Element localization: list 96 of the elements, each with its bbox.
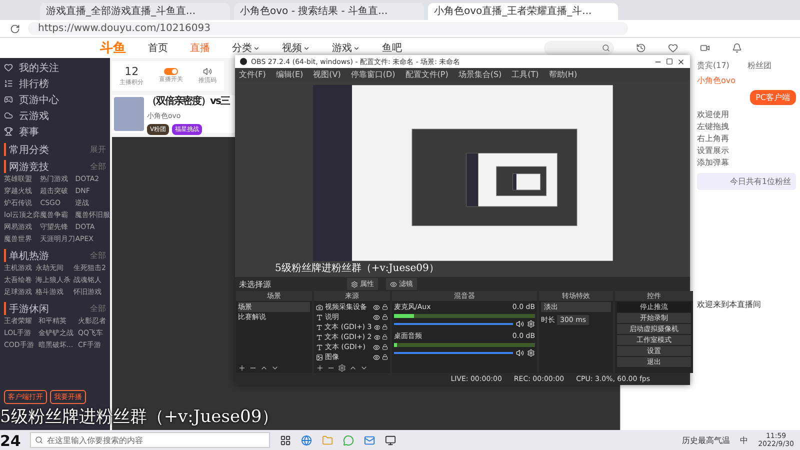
image-icon: [316, 354, 323, 360]
nav-link[interactable]: 鱼吧: [382, 41, 402, 55]
gear-icon: [351, 280, 358, 288]
eye-icon[interactable]: [373, 354, 380, 360]
category-title: 常用分类: [9, 144, 49, 156]
menu-item[interactable]: 配置文件(P): [405, 69, 448, 80]
score-value: 12: [124, 65, 139, 78]
sidebar-item[interactable]: 云游戏: [19, 108, 49, 122]
text-icon: [316, 314, 323, 320]
lock-icon[interactable]: [382, 334, 388, 340]
heart-icon[interactable]: [668, 43, 678, 53]
video-icon[interactable]: [700, 43, 710, 53]
address-field[interactable]: https://www.douyu.com/10216093: [28, 22, 628, 35]
caret-icon: [303, 44, 310, 52]
lock-icon[interactable]: [382, 304, 388, 310]
nav-link[interactable]: 视频: [282, 41, 310, 55]
maximize-icon[interactable]: [666, 58, 673, 65]
menu-item[interactable]: 编辑(E): [276, 69, 304, 80]
move-down-icon[interactable]: [271, 364, 279, 372]
sidebar-item[interactable]: 排行榜: [19, 76, 49, 90]
stream-title: （双倍亲密度）vs三: [147, 94, 230, 108]
app-logo-icon: [240, 58, 247, 65]
move-up-icon[interactable]: [260, 364, 268, 372]
eye-icon: [390, 280, 397, 288]
gamepad-icon: [4, 95, 13, 104]
category-title: 单机热游: [9, 250, 49, 262]
overlay-number: 24: [0, 432, 21, 450]
waveform-icon: [202, 67, 212, 76]
browser-icon[interactable]: [301, 434, 312, 446]
browser-tab[interactable]: 小角色ovo - 搜索结果 - 斗鱼直...: [234, 3, 424, 20]
live-toggle[interactable]: [164, 68, 178, 75]
list-icon: [4, 79, 13, 88]
close-icon[interactable]: [677, 58, 685, 66]
menu-item[interactable]: 停靠窗口(D): [350, 69, 396, 80]
lock-icon[interactable]: [382, 324, 388, 330]
chat-tab[interactable]: 粉丝团: [747, 60, 772, 71]
taskbar-search-field[interactable]: 在这里输入你要搜索的内容: [30, 432, 270, 448]
search-icon: [35, 436, 43, 444]
chat-tab[interactable]: 贵宾(17): [697, 60, 730, 71]
bell-icon[interactable]: [732, 43, 742, 53]
camera-icon: [316, 304, 323, 310]
history-icon[interactable]: [636, 43, 646, 53]
text-icon: [316, 334, 323, 340]
category-title: 网游竞技: [9, 160, 49, 174]
avatar-placeholder: [114, 97, 144, 131]
search-field[interactable]: [544, 41, 614, 55]
category-title: 手游休闲: [9, 302, 49, 316]
cloud-icon: [4, 111, 13, 120]
settings-icon[interactable]: [338, 364, 346, 372]
caret-icon: [353, 44, 360, 52]
signin-banner: 今日共有1位粉丝: [697, 173, 796, 190]
eye-icon[interactable]: [374, 334, 380, 340]
mail-icon[interactable]: [364, 434, 375, 446]
input-method-indicator[interactable]: 中: [740, 434, 748, 446]
lock-icon[interactable]: [382, 344, 388, 350]
add-icon[interactable]: [238, 364, 246, 372]
speaker-icon[interactable]: [516, 320, 524, 328]
reload-icon[interactable]: [10, 24, 20, 34]
sidebar-item[interactable]: 赛事: [19, 124, 39, 138]
chat-notice: 欢迎使用 左键拖拽 右上角再 设置展示 添加弹幕: [697, 109, 730, 169]
trophy-icon: [4, 127, 13, 136]
nav-link[interactable]: 游戏: [332, 41, 360, 55]
text-icon: [316, 344, 323, 350]
source-status: 未选择源: [239, 278, 271, 290]
preview-caption: 5级粉丝牌进粉丝群（+v:Juese09）: [275, 262, 439, 275]
add-icon[interactable]: [316, 364, 324, 372]
menu-item[interactable]: 场景集合(S): [458, 69, 502, 80]
browser-tab[interactable]: 小角色ovo直播_王者荣耀直播_斗...: [428, 3, 618, 20]
menu-item[interactable]: 帮助(H): [548, 69, 578, 80]
lock-icon[interactable]: [382, 354, 388, 360]
search-placeholder: 在这里输入你要搜索的内容: [47, 434, 143, 446]
menu-item[interactable]: 工具(T): [512, 69, 539, 80]
lock-icon[interactable]: [382, 314, 388, 320]
caret-icon: [253, 44, 260, 52]
menu-item[interactable]: 视图(V): [313, 69, 341, 80]
browser-tab[interactable]: 游戏直播_全部游戏直播_斗鱼直...: [40, 3, 230, 20]
heart-icon: [4, 63, 13, 72]
move-up-icon[interactable]: [349, 364, 357, 372]
sidebar-item[interactable]: 我的关注: [19, 60, 59, 74]
menu-item[interactable]: 文件(F): [239, 69, 266, 80]
task-view-icon[interactable]: [280, 434, 291, 446]
weather-text: 历史最高气温: [682, 434, 730, 446]
search-icon[interactable]: [602, 44, 610, 52]
eye-icon[interactable]: [373, 344, 380, 350]
nav-link[interactable]: 首页: [148, 41, 168, 55]
move-down-icon[interactable]: [360, 364, 368, 372]
sidebar-item[interactable]: 页游中心: [19, 92, 59, 106]
eye-icon[interactable]: [374, 324, 380, 330]
host-name: 小角色ovo: [697, 75, 737, 86]
speaker-icon[interactable]: [516, 349, 524, 357]
eye-icon[interactable]: [373, 314, 380, 320]
welcome-message: 欢迎来到本直播间: [697, 299, 762, 310]
nav-link[interactable]: 分类: [232, 41, 260, 55]
monitor-icon[interactable]: [385, 434, 396, 446]
text-icon: [316, 324, 323, 330]
eye-icon[interactable]: [373, 304, 380, 310]
